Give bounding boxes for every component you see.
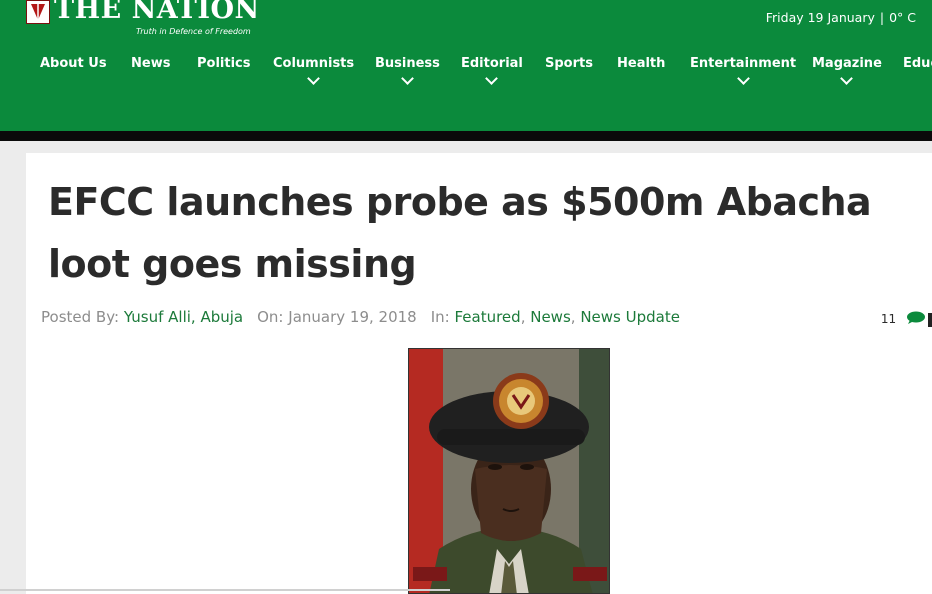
chevron-down-icon[interactable]	[485, 72, 499, 85]
nav-item-label: Politics	[197, 56, 251, 71]
chevron-down-icon[interactable]	[401, 72, 414, 85]
nav-item-business[interactable]: Business	[375, 56, 440, 85]
header-divider	[0, 131, 932, 141]
category-separator: ,	[570, 308, 581, 326]
nav-item-label: About Us	[40, 56, 107, 71]
nav-item-editorial[interactable]: Editorial	[461, 56, 523, 85]
nav-item-health[interactable]: Health	[617, 56, 665, 71]
posted-by-label: Posted By:	[41, 308, 120, 326]
nav-item-columnists[interactable]: Columnists	[273, 56, 355, 85]
in-label: In:	[430, 308, 450, 326]
comment-count-value: 11	[880, 312, 897, 326]
logo-emblem-icon	[26, 0, 50, 24]
logo-tagline: Truth in Defence of Freedom	[136, 27, 251, 36]
chevron-down-icon[interactable]	[307, 72, 320, 85]
category-link-news-update[interactable]: News Update	[580, 308, 680, 326]
nav-item-label: Educ	[903, 56, 932, 71]
nav-item-news[interactable]: News	[131, 56, 170, 71]
nav-item-label: Editorial	[461, 56, 523, 71]
nav-item-label: News	[131, 56, 171, 71]
speech-bubble-icon[interactable]	[906, 311, 926, 328]
portrait-illustration	[409, 349, 609, 593]
nav-item-label: Magazine	[812, 56, 882, 71]
current-date: Friday 19 January	[765, 10, 875, 25]
nav-item-label: Columnists	[273, 56, 355, 71]
category-separator: ,	[520, 308, 531, 326]
nav-item-label: Sports	[545, 56, 593, 71]
nav-item-label: Entertainment	[690, 56, 797, 71]
article-meta: Posted By: Yusuf Alli, Abuja On: January …	[41, 308, 680, 326]
page-scroll-rule	[0, 589, 450, 591]
article-headline: EFCC launches probe as $500m Abacha loot…	[48, 180, 872, 286]
article-date: January 19, 2018	[288, 308, 417, 326]
chevron-down-icon[interactable]	[840, 72, 854, 85]
comment-count[interactable]: 11	[881, 311, 932, 328]
nav-item-magazine[interactable]: Magazine	[812, 56, 882, 85]
nav-item-about-us[interactable]: About Us	[40, 56, 107, 71]
current-weather: 0° C	[889, 10, 916, 25]
chevron-down-icon[interactable]	[736, 72, 750, 85]
nav-item-education[interactable]: Educ	[903, 56, 932, 71]
share-icon[interactable]	[928, 312, 932, 327]
author-link[interactable]: Yusuf Alli, Abuja	[124, 308, 243, 326]
nav-item-label: Health	[617, 56, 666, 71]
nav-item-label: Business	[375, 56, 440, 71]
date-weather: Friday 19 January | 0° C	[766, 10, 916, 25]
logo-title: THE NATION	[54, 0, 260, 25]
category-link-news[interactable]: News	[530, 308, 571, 326]
separator: |	[879, 10, 885, 25]
site-header: THE NATION Truth in Defence of Freedom F…	[0, 0, 932, 131]
nav-item-sports[interactable]: Sports	[545, 56, 593, 71]
article-photo	[408, 348, 610, 594]
on-label: On:	[257, 308, 284, 326]
nav-item-entertainment[interactable]: Entertainment	[690, 56, 797, 85]
category-link-featured[interactable]: Featured	[454, 308, 520, 326]
main-nav: About Us News Politics Columnists Busine…	[0, 56, 932, 96]
nav-item-politics[interactable]: Politics	[197, 56, 251, 71]
